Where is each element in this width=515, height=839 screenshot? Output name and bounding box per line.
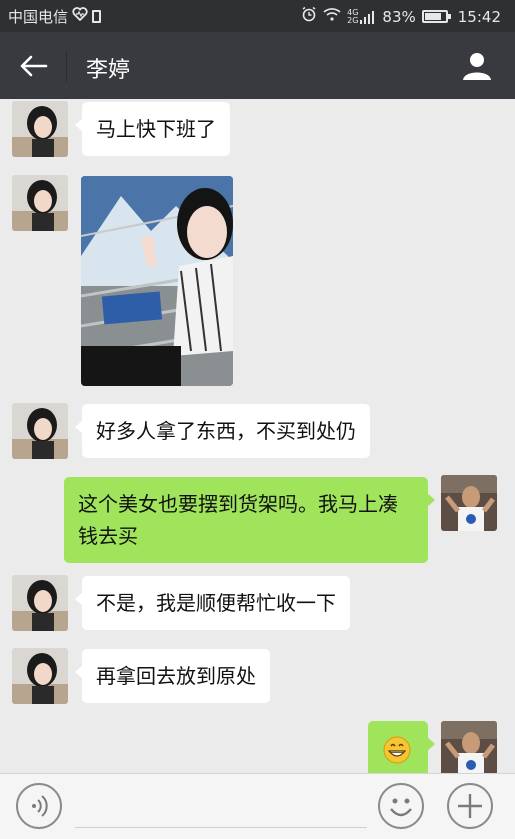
message-text: 好多人拿了东西，不买到处仍: [96, 419, 356, 443]
back-arrow-icon[interactable]: [16, 50, 52, 82]
message-bubble[interactable]: 不是，我是顺便帮忙收一下: [75, 576, 350, 630]
message-text: 马上快下班了: [96, 117, 216, 141]
bubble-tail: [75, 118, 83, 132]
bubble-tail: [427, 737, 435, 751]
emoji-icon[interactable]: [378, 783, 424, 829]
signal-4g-icon: 4G 2G: [347, 8, 376, 25]
status-left: 中国电信: [8, 6, 102, 27]
battery-fill: [424, 13, 442, 20]
clock: 15:42: [457, 7, 501, 26]
sim-card-icon: [92, 10, 102, 23]
battery-icon: [421, 10, 451, 23]
emoji-message-bubble[interactable]: [368, 721, 435, 773]
contact-avatar[interactable]: [12, 403, 68, 459]
bubble-tail: [75, 665, 83, 679]
plus-icon[interactable]: [447, 783, 493, 829]
grinning-face-icon: [383, 736, 411, 773]
bubble-tail: [75, 420, 83, 434]
wifi-icon: [323, 7, 341, 26]
carrier-label: 中国电信: [8, 8, 69, 26]
alarm-icon: [301, 6, 317, 27]
contact-avatar[interactable]: [12, 648, 68, 704]
message-text: 不是，我是顺便帮忙收一下: [96, 591, 336, 615]
person-icon[interactable]: [461, 50, 493, 82]
chat-header: 李婷: [0, 32, 515, 99]
my-avatar[interactable]: [441, 721, 497, 773]
bubble-tail: [427, 493, 435, 507]
header-divider: [66, 50, 67, 82]
bubble-tail: [75, 592, 83, 606]
heart-icon: [72, 7, 88, 26]
my-avatar[interactable]: [441, 475, 497, 531]
message-bubble[interactable]: 这个美女也要摆到货架吗。我马上凑钱去买: [64, 477, 435, 563]
photo-message[interactable]: [81, 176, 233, 386]
message-input[interactable]: [75, 784, 367, 828]
status-bar: 中国电信 4G 2G 83% 15:42: [0, 0, 515, 32]
message-text: 再拿回去放到原处: [96, 664, 256, 688]
status-right: 4G 2G 83% 15:42: [301, 6, 501, 27]
page-title: 李婷: [86, 58, 131, 83]
contact-avatar[interactable]: [12, 175, 68, 231]
battery-percent: 83%: [382, 7, 416, 26]
contact-avatar[interactable]: [12, 575, 68, 631]
message-bubble[interactable]: 好多人拿了东西，不买到处仍: [75, 404, 370, 458]
message-bubble[interactable]: 马上快下班了: [75, 102, 230, 156]
input-bar: [0, 773, 515, 839]
message-list[interactable]: 马上快下班了 好多人拿了东西，不买到处仍 这个美女也要摆到货架吗。我马上凑钱去买…: [0, 99, 515, 773]
message-bubble[interactable]: 再拿回去放到原处: [75, 649, 270, 703]
message-text: 这个美女也要摆到货架吗。我马上凑钱去买: [78, 492, 398, 548]
voice-icon[interactable]: [16, 783, 62, 829]
contact-avatar[interactable]: [12, 101, 68, 157]
